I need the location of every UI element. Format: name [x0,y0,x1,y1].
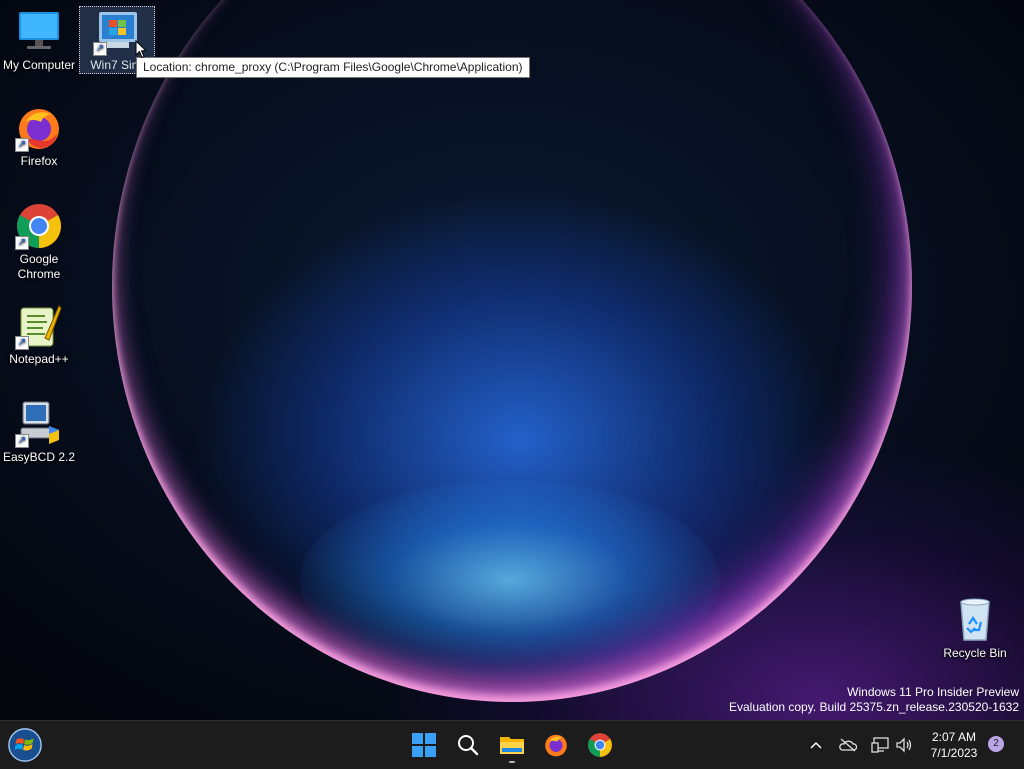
watermark-line-2: Evaluation copy. Build 25375.zn_release.… [729,700,1019,714]
volume-icon [896,737,912,753]
chrome-icon: ↗ [15,202,63,250]
taskbar-firefox-button[interactable] [538,727,574,763]
icon-label: Recycle Bin [943,646,1007,660]
desktop-icon-my-computer[interactable]: My Computer [1,8,77,73]
icon-label: Google Chrome [17,252,61,281]
taskbar-search-button[interactable] [450,727,486,763]
onedrive-button[interactable] [836,721,860,769]
location-tooltip: Location: chrome_proxy (C:\Program Files… [136,57,530,78]
icon-label: My Computer [2,58,76,72]
taskbar-clock[interactable]: 2:07 AM 7/1/2023 [922,729,986,761]
monitor-icon [15,8,63,56]
clock-time: 2:07 AM [931,730,977,744]
desktop-icon-notepad-plus-plus[interactable]: ↗ Notepad++ [1,302,77,367]
easybcd-icon: ↗ [15,400,63,448]
icon-label: Firefox [20,154,58,168]
watermark-line-1: Windows 11 Pro Insider Preview [847,685,1019,699]
desktop-icon-recycle-bin[interactable]: Recycle Bin [937,596,1013,661]
icon-label: EasyBCD 2.2 [2,450,76,464]
shortcut-arrow-icon: ↗ [15,138,29,152]
firefox-icon [545,734,567,757]
taskbar: 2:07 AM 7/1/2023 [0,720,1024,769]
desktop-icon-google-chrome[interactable]: ↗ Google Chrome [1,202,77,282]
wallpaper-orb [112,0,912,702]
shortcut-arrow-icon: ↗ [93,42,107,56]
evaluation-watermark: Windows 11 Pro Insider Preview Evaluatio… [729,685,1019,715]
file-explorer-icon [500,737,524,754]
notification-badge[interactable]: 2 [988,736,1004,752]
taskbar-windows-button[interactable] [406,727,442,763]
shortcut-arrow-icon: ↗ [15,336,29,350]
recycle-bin-icon [951,596,999,644]
show-hidden-icons-button[interactable] [806,721,826,769]
network-icon [871,737,889,753]
volume-button[interactable] [892,721,916,769]
shortcut-arrow-icon: ↗ [15,236,29,250]
windows-logo-icon [412,733,436,757]
windows7-orb-icon [8,728,42,762]
win7-sim-icon: ↗ [93,8,141,56]
network-button[interactable] [868,721,892,769]
desktop[interactable]: My Computer ↗ Win7 Sim ↗ Firefox ↗ Googl… [0,0,1024,720]
clock-date: 7/1/2023 [930,746,978,760]
taskbar-file-explorer-button[interactable] [494,727,530,763]
firefox-icon: ↗ [15,104,63,152]
taskbar-chrome-button[interactable] [582,727,618,763]
search-icon [458,735,479,756]
chrome-icon [588,733,612,757]
notepad-plus-plus-icon: ↗ [15,302,63,350]
mouse-cursor-icon [135,39,148,64]
chevron-up-icon [810,741,822,749]
start-button[interactable] [7,727,43,763]
icon-label: Notepad++ [9,352,69,366]
onedrive-offline-icon [839,738,857,752]
desktop-icon-firefox[interactable]: ↗ Firefox [1,104,77,169]
desktop-icon-easybcd[interactable]: ↗ EasyBCD 2.2 [1,400,77,465]
shortcut-arrow-icon: ↗ [15,434,29,448]
